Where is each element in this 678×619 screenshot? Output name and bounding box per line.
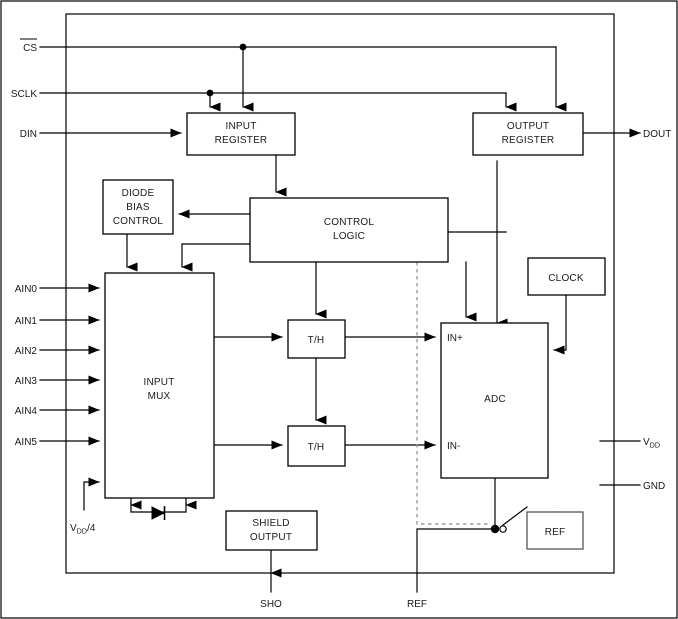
pin-label-sho: SHO: [260, 599, 282, 610]
diode-bias-label-line3: CONTROL: [113, 216, 164, 227]
pin-label-ain2: AIN2: [15, 346, 38, 357]
output-register-label-line2: REGISTER: [502, 135, 555, 146]
pin-label-ain5: AIN5: [15, 437, 38, 448]
adc-in-positive-label: IN+: [447, 333, 463, 344]
reference-label: REF: [545, 527, 566, 538]
adc-label: ADC: [484, 394, 506, 405]
pin-label-ain1: AIN1: [15, 316, 38, 327]
input-mux-label-line2: MUX: [148, 391, 171, 402]
junction-dot-sclk: [206, 89, 214, 97]
pin-label-din: DIN: [20, 129, 37, 140]
control-logic-label-line2: LOGIC: [333, 231, 365, 242]
control-logic-label-line1: CONTROL: [324, 217, 375, 228]
control-logic-box: [249, 197, 449, 263]
pin-label-ain4: AIN4: [15, 406, 38, 417]
adc-in-negative-label: IN-: [447, 441, 460, 452]
input-mux-label-line1: INPUT: [144, 377, 175, 388]
input-register-label-line2: REGISTER: [215, 135, 268, 146]
block-diagram-figure: INPUT REGISTER OUTPUT REGISTER DIODE BIA…: [0, 0, 678, 619]
pin-label-sclk: SCLK: [11, 89, 37, 100]
diagram-canvas: INPUT REGISTER OUTPUT REGISTER DIODE BIA…: [0, 0, 678, 619]
input-register-label-line1: INPUT: [226, 121, 257, 132]
vdd4-subscript: DD: [77, 527, 87, 536]
shield-output-label-line2: OUTPUT: [250, 532, 292, 543]
track-hold-top-label: T/H: [308, 335, 325, 346]
pin-label-gnd: GND: [643, 481, 665, 492]
junction-dot-cs: [239, 43, 247, 51]
output-register-label-line1: OUTPUT: [507, 121, 549, 132]
vdd4-tail: /4: [87, 523, 96, 534]
switch-contact-open-node: [499, 525, 507, 533]
pin-label-ain3: AIN3: [15, 376, 38, 387]
diode-bias-label-line1: DIODE: [122, 188, 155, 199]
input-register-box: [186, 112, 296, 156]
pin-label-cs: CS: [23, 43, 37, 54]
pin-label-dout: DOUT: [643, 129, 671, 140]
shield-output-label-line1: SHIELD: [252, 518, 289, 529]
junction-dot-ref-node: [490, 524, 500, 534]
track-hold-bottom-label: T/H: [308, 442, 325, 453]
pin-label-vdd-subscript: DD: [650, 441, 660, 450]
pin-label-ref: REF: [407, 599, 427, 610]
shield-output-box: [225, 510, 318, 551]
output-register-box: [472, 112, 584, 156]
clock-label: CLOCK: [548, 273, 584, 284]
diode-bias-label-line2: BIAS: [126, 202, 150, 213]
pin-label-ain0: AIN0: [15, 284, 38, 295]
